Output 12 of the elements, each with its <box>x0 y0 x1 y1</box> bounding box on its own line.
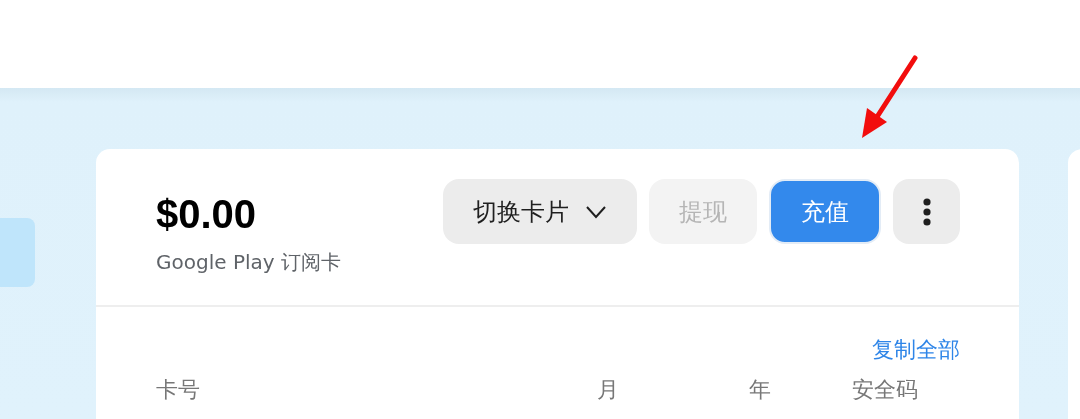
column-header: 安全码 <box>852 376 919 404</box>
balance-amount: $0.00 <box>156 191 258 237</box>
more-icon <box>922 197 931 226</box>
switch-card-button[interactable]: 切换卡片 <box>443 179 637 244</box>
column-header: 月 <box>597 376 620 404</box>
top-up-button[interactable]: 充值 <box>769 179 881 244</box>
column-header: 卡号 <box>156 376 201 404</box>
chevron-down-icon <box>585 204 607 219</box>
column-header: 年 <box>749 376 772 404</box>
copy-all-link[interactable]: 复制全部 <box>872 335 960 365</box>
more-button[interactable] <box>893 179 960 244</box>
card-name: Google Play 订阅卡 <box>156 249 341 276</box>
